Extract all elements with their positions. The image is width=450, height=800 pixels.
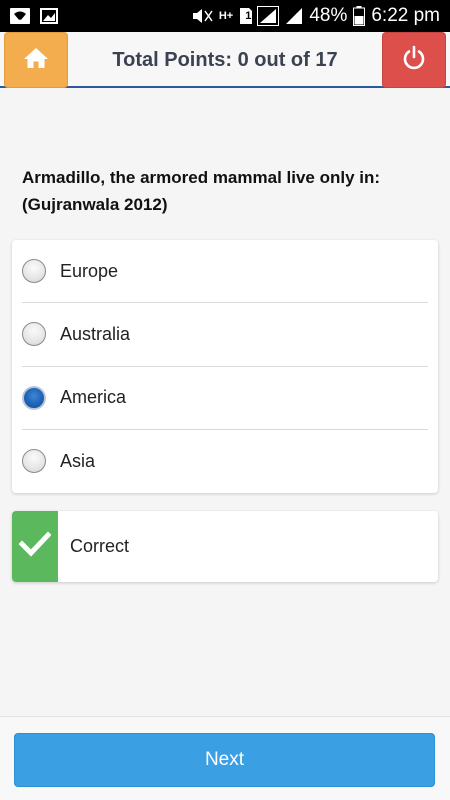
mute-icon: [191, 8, 213, 24]
correct-indicator: [12, 511, 58, 582]
radio-button[interactable]: [22, 259, 46, 284]
status-bar: H+ 1 48% 6:22 pm: [0, 0, 450, 32]
result-label: Correct: [70, 536, 130, 556]
home-icon: [23, 46, 49, 75]
radio-button[interactable]: [22, 322, 46, 347]
gallery-icon: [40, 8, 58, 24]
question-text: Armadillo, the armored mammal live only …: [22, 168, 381, 214]
sim-label: 1: [245, 10, 252, 22]
page-title: Total Points: 0 out of 17: [112, 48, 338, 71]
options-list: Europe Australia America Asia: [12, 240, 438, 493]
option-label: Australia: [60, 323, 131, 344]
option-europe[interactable]: Europe: [22, 240, 428, 304]
network-type-icon: H+: [218, 10, 234, 22]
clock: 6:22 pm: [371, 5, 440, 26]
next-button[interactable]: Next: [14, 733, 435, 787]
signal-2-icon: [285, 7, 303, 25]
power-button[interactable]: [382, 32, 446, 88]
option-america[interactable]: America: [22, 367, 428, 430]
option-label: Asia: [60, 450, 96, 471]
footer: Next: [0, 716, 450, 800]
wifi-icon: [10, 8, 30, 24]
radio-button[interactable]: [22, 449, 46, 474]
home-button[interactable]: [4, 32, 68, 88]
battery-icon: [353, 6, 366, 26]
radio-button-selected[interactable]: [22, 385, 46, 410]
network-type-label: H+: [218, 10, 234, 22]
option-label: America: [60, 387, 127, 408]
checkmark-icon: [18, 531, 52, 562]
result-card: Correct: [12, 511, 438, 582]
signal-icon: [257, 6, 280, 26]
battery-percent: 48%: [309, 5, 348, 26]
option-label: Europe: [60, 260, 119, 281]
power-icon: [401, 45, 427, 76]
header: Total Points: 0 out of 17: [0, 32, 450, 88]
option-asia[interactable]: Asia: [22, 430, 428, 493]
option-australia[interactable]: Australia: [22, 303, 428, 367]
